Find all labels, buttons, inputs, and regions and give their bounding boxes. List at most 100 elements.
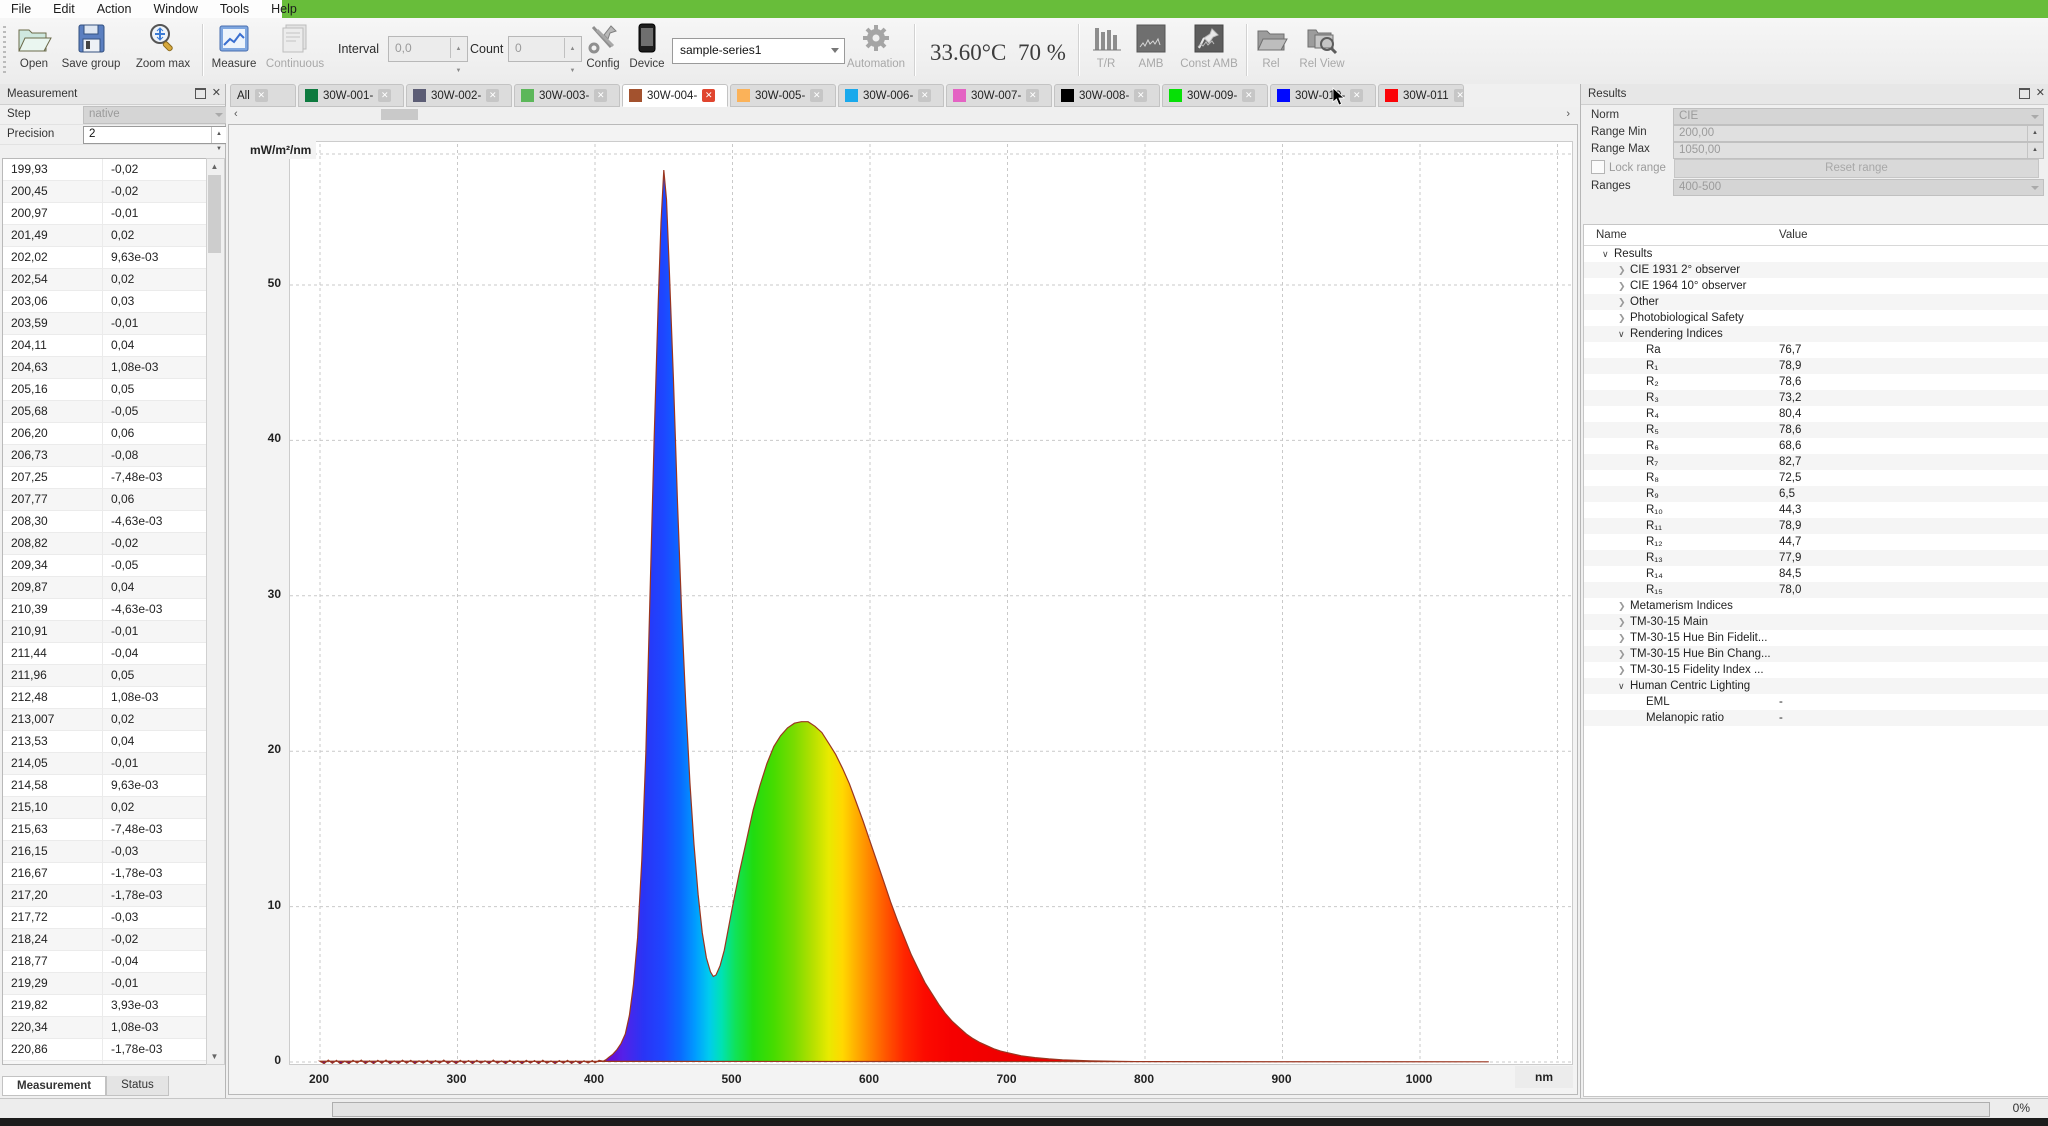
tr-button[interactable]: T/R (1084, 22, 1128, 70)
tree-row[interactable]: R₁₃77,9 (1584, 550, 2048, 566)
tab-close-button[interactable]: ✕ (486, 89, 499, 102)
zoom-max-button[interactable]: Zoom max (132, 22, 194, 70)
series-tab-30w-006-[interactable]: 30W-006-✕ (838, 84, 944, 107)
tab-close-button[interactable]: ✕ (378, 89, 391, 102)
tree-expander-icon[interactable]: ❯ (1618, 646, 1630, 662)
series-tab-30w-002-[interactable]: 30W-002-✕ (406, 84, 512, 107)
series-tab-30w-001-[interactable]: 30W-001-✕ (298, 84, 404, 107)
tree-row[interactable]: ❯TM-30-15 Hue Bin Fidelit... (1584, 630, 2048, 646)
measurement-row[interactable]: 210,39-4,63e-03 (3, 599, 207, 621)
series-tab-all[interactable]: All✕ (230, 84, 296, 107)
measurement-row[interactable]: 200,97-0,01 (3, 203, 207, 225)
rel-view-button[interactable]: Rel View (1296, 22, 1348, 70)
measurement-row[interactable]: 209,870,04 (3, 577, 207, 599)
range-max-spin-arrows[interactable]: ▲▼ (2027, 143, 2042, 158)
range-min-spinbox[interactable]: 200,00 ▲▼ (1673, 125, 2044, 142)
measurement-row[interactable]: 219,823,93e-03 (3, 995, 207, 1017)
tab-scrollbar-thumb[interactable] (381, 109, 418, 120)
tree-row[interactable]: ❯TM-30-15 Hue Bin Chang... (1584, 646, 2048, 662)
measurement-data-table[interactable]: 199,93-0,02200,45-0,02200,97-0,01201,490… (2, 158, 208, 1065)
tree-row[interactable]: ❯CIE 1964 10° observer (1584, 278, 2048, 294)
measurement-row[interactable]: 220,341,08e-03 (3, 1017, 207, 1039)
measurement-row[interactable]: 212,481,08e-03 (3, 687, 207, 709)
tree-row[interactable]: R₆68,6 (1584, 438, 2048, 454)
measurement-row[interactable]: 202,029,63e-03 (3, 247, 207, 269)
tree-expander-icon[interactable]: ❯ (1618, 662, 1630, 678)
interval-spinbox[interactable]: 0,0 ▲▼ (388, 36, 468, 62)
tree-row[interactable]: R₃73,2 (1584, 390, 2048, 406)
tab-close-button[interactable]: ✕ (1026, 89, 1039, 102)
measurement-row[interactable]: 210,91-0,01 (3, 621, 207, 643)
tab-close-button[interactable]: ✕ (1350, 89, 1363, 102)
series-tab-30w-009-[interactable]: 30W-009-✕ (1162, 84, 1268, 107)
tab-close-button[interactable]: ✕ (918, 89, 931, 102)
step-select[interactable]: native (83, 106, 228, 124)
save-group-button[interactable]: Save group (56, 22, 126, 70)
measurement-row[interactable]: 207,25-7,48e-03 (3, 467, 207, 489)
spectrum-chart[interactable]: mW/m²/nm 01020304050 2003004005006007008… (228, 124, 1578, 1095)
menu-tools[interactable]: Tools (209, 0, 260, 18)
measurement-row[interactable]: 206,73-0,08 (3, 445, 207, 467)
tree-row[interactable]: R₁₀44,3 (1584, 502, 2048, 518)
tree-row[interactable]: R₁₁78,9 (1584, 518, 2048, 534)
series-tab-30w-004-[interactable]: 30W-004-✕ (622, 84, 728, 107)
tree-row[interactable]: R₁₅78,0 (1584, 582, 2048, 598)
count-spinbox[interactable]: 0 ▲▼ (508, 36, 582, 62)
tab-close-button[interactable]: ✕ (1242, 89, 1255, 102)
measurement-row[interactable]: 217,72-0,03 (3, 907, 207, 929)
tree-row[interactable]: R₅78,6 (1584, 422, 2048, 438)
measurement-row[interactable]: 213,530,04 (3, 731, 207, 753)
measurement-row[interactable]: 205,68-0,05 (3, 401, 207, 423)
tab-close-button[interactable]: ✕ (1454, 89, 1464, 102)
tree-row[interactable]: ❯TM-30-15 Main (1584, 614, 2048, 630)
range-min-spin-arrows[interactable]: ▲▼ (2027, 126, 2042, 141)
ranges-select[interactable]: 400-500 (1673, 179, 2044, 196)
tree-row[interactable]: R₁78,9 (1584, 358, 2048, 374)
tree-row[interactable]: R₂78,6 (1584, 374, 2048, 390)
tree-row[interactable]: ∨Human Centric Lighting (1584, 678, 2048, 694)
measurement-row[interactable]: 208,82-0,02 (3, 533, 207, 555)
scroll-left-icon[interactable]: ‹ (234, 107, 238, 122)
tree-expander-icon[interactable]: ❯ (1618, 278, 1630, 294)
menu-edit[interactable]: Edit (42, 0, 86, 18)
tree-name-column-header[interactable]: Name (1596, 225, 1627, 245)
open-button[interactable]: Open (12, 22, 56, 70)
tree-row[interactable]: ∨Rendering Indices (1584, 326, 2048, 342)
measurement-row[interactable]: 203,060,03 (3, 291, 207, 313)
continuous-button[interactable]: Continuous (262, 22, 328, 70)
tab-close-button[interactable]: ✕ (702, 89, 715, 102)
series-tab-30w-003-[interactable]: 30W-003-✕ (514, 84, 620, 107)
measurement-row[interactable]: 218,77-0,04 (3, 951, 207, 973)
measurement-row[interactable]: 211,44-0,04 (3, 643, 207, 665)
close-panel-icon[interactable]: ✕ (212, 87, 221, 99)
series-tab-30w-008-[interactable]: 30W-008-✕ (1054, 84, 1160, 107)
measurement-row[interactable]: 209,34-0,05 (3, 555, 207, 577)
results-tree[interactable]: Name Value ∨Results❯CIE 1931 2° observer… (1583, 224, 2048, 1097)
scrollbar-thumb[interactable] (208, 175, 221, 253)
tree-row[interactable]: R₉6,5 (1584, 486, 2048, 502)
tree-row[interactable]: R₈72,5 (1584, 470, 2048, 486)
tree-row[interactable]: EML- (1584, 694, 2048, 710)
tab-close-button[interactable]: ✕ (810, 89, 823, 102)
tree-row[interactable]: ❯Photobiological Safety (1584, 310, 2048, 326)
tree-expander-icon[interactable]: ❯ (1618, 630, 1630, 646)
tree-row[interactable]: R₁₄84,5 (1584, 566, 2048, 582)
measurement-row[interactable]: 207,770,06 (3, 489, 207, 511)
measurement-row[interactable]: 218,24-0,02 (3, 929, 207, 951)
measurement-row[interactable]: 204,631,08e-03 (3, 357, 207, 379)
lock-range-checkbox[interactable] (1591, 160, 1605, 174)
tab-measurement[interactable]: Measurement (2, 1076, 106, 1096)
scroll-up-icon[interactable]: ▲ (207, 159, 222, 174)
tree-expander-icon[interactable]: ❯ (1618, 310, 1630, 326)
float-panel-icon[interactable] (195, 88, 206, 99)
menu-help[interactable]: Help (260, 0, 308, 18)
tree-expander-icon[interactable]: ∨ (1618, 326, 1630, 342)
measurement-row[interactable]: 202,540,02 (3, 269, 207, 291)
tree-row[interactable]: ❯TM-30-15 Fidelity Index ... (1584, 662, 2048, 678)
tree-expander-icon[interactable]: ❯ (1618, 614, 1630, 630)
toolbar-drag-handle[interactable] (3, 26, 6, 74)
tree-row[interactable]: ❯Metamerism Indices (1584, 598, 2048, 614)
measurement-row[interactable]: 206,200,06 (3, 423, 207, 445)
measurement-row[interactable]: 216,15-0,03 (3, 841, 207, 863)
series-tab-30w-011[interactable]: 30W-011✕ (1378, 84, 1464, 107)
